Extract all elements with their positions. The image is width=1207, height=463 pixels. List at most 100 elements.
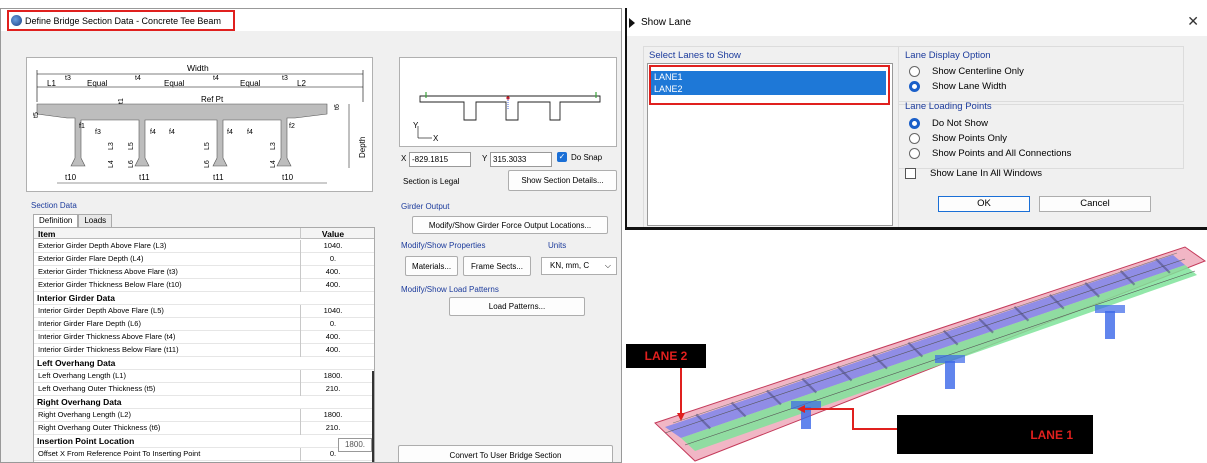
radio-selected-icon — [909, 81, 920, 92]
l4-right-label: L4 — [270, 160, 277, 168]
radio-unselected-icon — [909, 133, 920, 144]
cancel-button[interactable]: Cancel — [1039, 196, 1151, 212]
radio-show-all-connections[interactable]: Show Points and All Connections — [909, 148, 1071, 159]
lane-dialog-title: Show Lane — [641, 17, 692, 28]
preview-axis-y: Y — [413, 121, 419, 130]
ok-button[interactable]: OK — [938, 196, 1030, 212]
section-status: Section is Legal — [403, 177, 460, 186]
row-value-cell[interactable]: 400. — [304, 267, 362, 276]
t4-right-label: t4 — [213, 75, 219, 82]
table-row[interactable]: Exterior Girder Flare Depth (L4) 0. — [34, 253, 374, 266]
table-row[interactable]: Right Overhang Outer Thickness (t6) 210. — [34, 422, 374, 435]
section-data-label: Section Data — [31, 201, 77, 210]
show-centerline-label: Show Centerline Only — [932, 66, 1024, 77]
row-item-label: Interior Girder Thickness Below Flare (t… — [38, 345, 179, 354]
depth-label: Depth — [358, 137, 367, 158]
lanes-listbox[interactable]: LANE1 LANE2 — [647, 63, 893, 226]
row-value-cell[interactable]: 400. — [304, 332, 362, 341]
l1-label: L1 — [47, 79, 56, 88]
row-value-cell[interactable]: 1800. — [304, 410, 362, 419]
row-item-label: Interior Girder Data — [37, 293, 115, 303]
radio-do-not-show[interactable]: Do Not Show — [909, 118, 988, 129]
l3-right-label: L3 — [270, 142, 277, 150]
row-value-cell[interactable]: 0. — [304, 254, 362, 263]
equal-label-3: Equal — [240, 79, 261, 88]
l4-left-label: L4 — [108, 160, 115, 168]
units-select[interactable]: KN, mm, C ⌵ — [541, 257, 617, 275]
tab-definition[interactable]: Definition — [33, 214, 79, 228]
girder-output-button[interactable]: Modify/Show Girder Force Output Location… — [412, 216, 608, 234]
t10-right-label: t10 — [282, 173, 294, 182]
table-row[interactable]: Interior Girder Thickness Below Flare (t… — [34, 344, 374, 357]
app-logo-icon — [11, 15, 22, 26]
ref-pt-label: Ref Pt — [201, 95, 224, 104]
load-patterns-button[interactable]: Load Patterns... — [449, 297, 585, 316]
l6-right-label: L6 — [204, 160, 211, 168]
table-row[interactable]: Interior Girder Thickness Above Flare (t… — [34, 331, 374, 344]
section-preview[interactable]: Y X — [399, 57, 617, 147]
row-value-cell[interactable]: 0. — [304, 319, 362, 328]
lane2-tag: LANE 2 — [626, 344, 706, 368]
window-arrow-icon — [629, 18, 635, 28]
tab-loads[interactable]: Loads — [78, 214, 113, 228]
girder-output-label: Girder Output — [401, 202, 450, 211]
section-data-grid: Item Value Exterior Girder Depth Above F… — [33, 227, 375, 462]
table-row[interactable]: Offset X From Reference Point To Inserti… — [34, 448, 374, 461]
grid-scrollbar[interactable] — [372, 371, 374, 462]
lane-item-lane1[interactable]: LANE1 — [651, 71, 886, 83]
bridge-dialog-titlebar: Define Bridge Section Data - Concrete Te… — [1, 9, 621, 31]
row-item-label: Left Overhang Data — [37, 358, 116, 368]
table-row[interactable]: Right Overhang Length (L2) 1800. — [34, 409, 374, 422]
equal-label-1: Equal — [87, 79, 108, 88]
grid-header: Item Value — [34, 228, 374, 239]
bridge-3d-view[interactable]: LANE 2 LANE 1 — [625, 233, 1207, 463]
properties-label: Modify/Show Properties — [401, 241, 486, 250]
do-not-show-label: Do Not Show — [932, 118, 988, 129]
lane2-arrow — [669, 360, 682, 415]
frame-sects-button[interactable]: Frame Sects... — [463, 256, 531, 276]
t6-label: t6 — [334, 104, 341, 110]
radio-show-centerline[interactable]: Show Centerline Only — [909, 66, 1024, 77]
l2-label: L2 — [297, 79, 306, 88]
row-item-label: Right Overhang Length (L2) — [38, 410, 131, 419]
table-row[interactable]: Interior Girder Depth Above Flare (L5) 10… — [34, 305, 374, 318]
row-value-cell[interactable]: 210. — [304, 423, 362, 432]
do-snap-label: Do Snap — [571, 152, 603, 162]
row-value-cell[interactable]: 1040. — [304, 241, 362, 250]
radio-selected-icon — [909, 118, 920, 129]
lane-dialog-titlebar: Show Lane ✕ — [627, 8, 1207, 36]
show-all-windows-checkbox[interactable]: Show Lane In All Windows — [905, 168, 1042, 179]
grid-group-row: Interior Girder Data — [34, 292, 374, 305]
table-row[interactable]: Exterior Girder Thickness Below Flare (t… — [34, 279, 374, 292]
radio-show-lane-width[interactable]: Show Lane Width — [909, 81, 1006, 92]
x-coord-field[interactable]: -829.1815 — [409, 152, 471, 167]
l5-left-label: L5 — [128, 142, 135, 150]
row-item-label: Right Overhang Outer Thickness (t6) — [38, 423, 161, 432]
row-value-cell[interactable]: 1040. — [304, 306, 362, 315]
table-row[interactable]: Exterior Girder Depth Above Flare (L3) 10… — [34, 240, 374, 253]
y-coord-field[interactable]: 315.3033 — [490, 152, 552, 167]
t4-left-label: t4 — [135, 75, 141, 82]
row-value-cell[interactable]: 210. — [304, 384, 362, 393]
table-row[interactable]: Exterior Girder Thickness Above Flare (t… — [34, 266, 374, 279]
table-row[interactable]: Left Overhang Outer Thickness (t5) 210. — [34, 383, 374, 396]
row-item-label: Exterior Girder Depth Above Flare (L3) — [38, 241, 167, 250]
close-icon[interactable]: ✕ — [1187, 13, 1199, 30]
row-item-label: Right Overhang Data — [37, 397, 122, 407]
row-item-label: Offset X From Reference Point To Inserti… — [38, 449, 201, 458]
grid-group-row: Insertion Point Location — [34, 435, 374, 448]
table-row[interactable]: Left Overhang Length (L1) 1800. — [34, 370, 374, 383]
materials-button[interactable]: Materials... — [405, 256, 458, 276]
section-tabs: Definition Loads — [33, 214, 113, 228]
row-item-label: Left Overhang Length (L1) — [38, 371, 126, 380]
do-snap-checkbox[interactable]: ✓ Do Snap — [557, 152, 602, 162]
lane-item-lane2[interactable]: LANE2 — [651, 83, 886, 95]
radio-show-points-only[interactable]: Show Points Only — [909, 133, 1007, 144]
row-value-cell[interactable]: 400. — [304, 280, 362, 289]
row-value-cell[interactable]: 400. — [304, 345, 362, 354]
show-section-details-button[interactable]: Show Section Details... — [508, 170, 617, 191]
table-row[interactable]: Interior Girder Flare Depth (L6) 0. — [34, 318, 374, 331]
row-value-cell[interactable]: 1800. — [304, 371, 362, 380]
f2-label: f2 — [289, 123, 295, 130]
convert-user-section-button[interactable]: Convert To User Bridge Section — [398, 445, 613, 462]
